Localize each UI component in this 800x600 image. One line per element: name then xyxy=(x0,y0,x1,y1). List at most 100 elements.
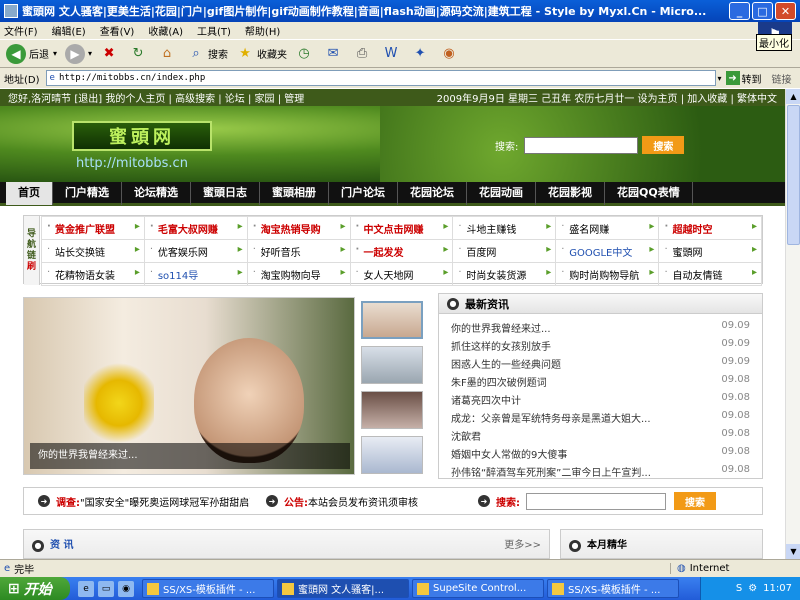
link-item[interactable]: 自动友情链 xyxy=(658,262,762,286)
mail-button[interactable]: ✉ xyxy=(324,45,345,63)
address-input[interactable]: e http://mitobbs.cn/index.php xyxy=(45,70,716,86)
user-links[interactable]: 您好,洛河晴节 [退出] 我的个人主页 | 高级搜索 | 论坛 | 家园 | 管… xyxy=(8,90,304,105)
featured-photo[interactable]: 你的世界我曾经来过... xyxy=(23,297,355,475)
minimize-button[interactable]: _ xyxy=(729,2,750,20)
taskbar-item[interactable]: SS/XS-模板插件 - ... xyxy=(142,579,274,598)
nav-item[interactable]: 蜜頭日志 xyxy=(191,180,260,205)
news-item[interactable]: 你的世界我曾经来过... 09.09 xyxy=(451,320,750,338)
thumbnail[interactable] xyxy=(361,436,423,474)
stop-button[interactable]: ✖ xyxy=(100,45,121,63)
vertical-scrollbar[interactable]: ▲ ▼ xyxy=(785,89,800,559)
address-dropdown-icon[interactable]: ▾ xyxy=(718,74,722,83)
nav-item[interactable]: 花园影视 xyxy=(536,180,605,205)
news-title[interactable]: 婚姻中女人常做的9大傻事 xyxy=(451,446,567,464)
news-title[interactable]: 朱F墨的四次破例题词 xyxy=(451,374,547,392)
link-item[interactable]: 女人天地网 xyxy=(349,262,454,286)
ie-quicklaunch-icon[interactable]: e xyxy=(78,580,94,597)
nav-item[interactable]: 蜜頭相册 xyxy=(260,180,329,205)
media-button[interactable]: ◉ xyxy=(440,45,461,63)
favorites-button[interactable]: ★ 收藏夹 xyxy=(236,45,287,63)
links-button[interactable]: 链接 xyxy=(772,71,792,86)
edit-button[interactable]: W xyxy=(382,45,403,63)
link-item[interactable]: GOOGLE中文 xyxy=(555,239,660,263)
go-button[interactable]: 转到 xyxy=(742,71,762,86)
tray-icon[interactable]: ⚙ xyxy=(748,583,757,594)
scrollbar-thumb[interactable] xyxy=(787,105,800,245)
news-title[interactable]: 孙伟铭“醉酒驾车死刑案”二审今日上午宣判... xyxy=(451,464,651,482)
link-item[interactable]: 中文点击网赚 xyxy=(349,216,454,240)
link-item[interactable]: 毛富大叔网赚 xyxy=(143,216,248,240)
thumbnail[interactable] xyxy=(361,391,423,429)
date-and-links[interactable]: 2009年9月9日 星期三 己丑年 农历七月廿一 设为主页 | 加入收藏 | 繁… xyxy=(437,90,777,105)
banner-search-button[interactable]: 搜索 xyxy=(642,136,685,154)
featured-photo-caption[interactable]: 你的世界我曾经来过... xyxy=(30,443,350,469)
history-button[interactable]: ◷ xyxy=(295,45,316,63)
news-item[interactable]: 抓住这样的女孩别放手 09.09 xyxy=(451,338,750,356)
link-item[interactable]: 淘宝购物向导 xyxy=(246,262,351,286)
start-button[interactable]: ⊞ 开始 xyxy=(0,577,70,600)
media-quicklaunch-icon[interactable]: ◉ xyxy=(118,580,134,597)
nav-item[interactable]: 花园QQ表情 xyxy=(605,180,693,205)
search-button[interactable]: ⌕ 搜索 xyxy=(187,45,228,63)
more-link[interactable]: 更多>> xyxy=(504,536,541,551)
news-item[interactable]: 成龙：父亲曾是军统特务母亲是黑道大姐大... 09.08 xyxy=(451,410,750,428)
print-button[interactable]: ⎙ xyxy=(353,45,374,63)
tray-icon[interactable]: S xyxy=(736,583,742,594)
news-title[interactable]: 诸葛亮四次中计 xyxy=(451,392,521,410)
news-item[interactable]: 诸葛亮四次中计 09.08 xyxy=(451,392,750,410)
link-item[interactable]: 超越时空 xyxy=(658,216,762,240)
menu-edit[interactable]: 编辑(E) xyxy=(52,23,86,38)
news-title[interactable]: 抓住这样的女孩别放手 xyxy=(451,338,551,356)
back-button[interactable]: ◀ 后退 ▾ xyxy=(6,43,57,64)
news-item[interactable]: 婚姻中女人常做的9大傻事 09.08 xyxy=(451,446,750,464)
refresh-button[interactable]: ↻ xyxy=(129,45,150,63)
taskbar-item[interactable]: SS/XS-模板插件 - ... xyxy=(547,579,679,598)
messenger-button[interactable]: ✦ xyxy=(411,45,432,63)
forward-button[interactable]: ▶ ▾ xyxy=(65,43,92,64)
link-item[interactable]: 购时尚购物导航 xyxy=(555,262,660,286)
link-item[interactable]: 优客娱乐网 xyxy=(143,239,248,263)
menu-file[interactable]: 文件(F) xyxy=(4,23,38,38)
menu-tools[interactable]: 工具(T) xyxy=(197,23,231,38)
thumbnail[interactable] xyxy=(361,301,423,339)
news-item[interactable]: 困惑人生的一些经典问题 09.09 xyxy=(451,356,750,374)
taskbar-item[interactable]: SupeSite Control... xyxy=(412,579,544,598)
scroll-down-icon[interactable]: ▼ xyxy=(786,544,800,559)
news-title[interactable]: 成龙：父亲曾是军统特务母亲是黑道大姐大... xyxy=(451,410,651,428)
thumbnail[interactable] xyxy=(361,346,423,384)
nav-item[interactable]: 花园动画 xyxy=(467,180,536,205)
search-input-2[interactable] xyxy=(526,492,666,510)
go-arrow-icon[interactable]: ➜ xyxy=(725,71,740,85)
menu-view[interactable]: 查看(V) xyxy=(100,23,135,38)
menu-favorites[interactable]: 收藏(A) xyxy=(148,23,183,38)
home-button[interactable]: ⌂ xyxy=(158,45,179,63)
link-item[interactable]: so114导 xyxy=(143,262,248,286)
clock[interactable]: 11:07 xyxy=(763,583,792,594)
close-button[interactable]: ✕ xyxy=(775,2,796,20)
link-item[interactable]: 赏金推广联盟 xyxy=(41,216,145,240)
nav-item-home[interactable]: 首页 xyxy=(6,180,53,205)
link-item[interactable]: 蜜頭网 xyxy=(658,239,762,263)
link-item[interactable]: 斗地主赚钱 xyxy=(452,216,557,240)
banner-search-input[interactable] xyxy=(524,136,639,154)
news-title[interactable]: 沈歆君 xyxy=(451,428,481,446)
chevron-down-icon[interactable]: ▾ xyxy=(53,49,57,58)
notice-text[interactable]: 本站会员发布资讯须审核 xyxy=(308,494,468,509)
link-item[interactable]: 时尚女装货源 xyxy=(452,262,557,286)
news-item[interactable]: 朱F墨的四次破例题词 09.08 xyxy=(451,374,750,392)
search-button-2[interactable]: 搜索 xyxy=(674,492,716,510)
nav-item[interactable]: 论坛精选 xyxy=(122,180,191,205)
news-item[interactable]: 孙伟铭“醉酒驾车死刑案”二审今日上午宣判... 09.08 xyxy=(451,464,750,482)
survey-text[interactable]: "国家安全"曝死奥运网球冠军孙甜甜启蒙 xyxy=(80,494,250,509)
link-item[interactable]: 一起发发 xyxy=(349,239,454,263)
nav-item[interactable]: 门户精选 xyxy=(53,180,122,205)
nav-item[interactable]: 花园论坛 xyxy=(398,180,467,205)
site-logo[interactable]: 蜜頭网 xyxy=(72,121,212,151)
desktop-quicklaunch-icon[interactable]: ▭ xyxy=(98,580,114,597)
scroll-up-icon[interactable]: ▲ xyxy=(786,89,800,104)
link-item[interactable]: 盛名网赚 xyxy=(555,216,660,240)
link-item[interactable]: 淘宝热销导购 xyxy=(246,216,351,240)
taskbar-item-active[interactable]: 蜜頭网 文人骚客|... xyxy=(277,579,409,598)
news-title[interactable]: 你的世界我曾经来过... xyxy=(451,320,551,338)
link-item[interactable]: 好听音乐 xyxy=(246,239,351,263)
